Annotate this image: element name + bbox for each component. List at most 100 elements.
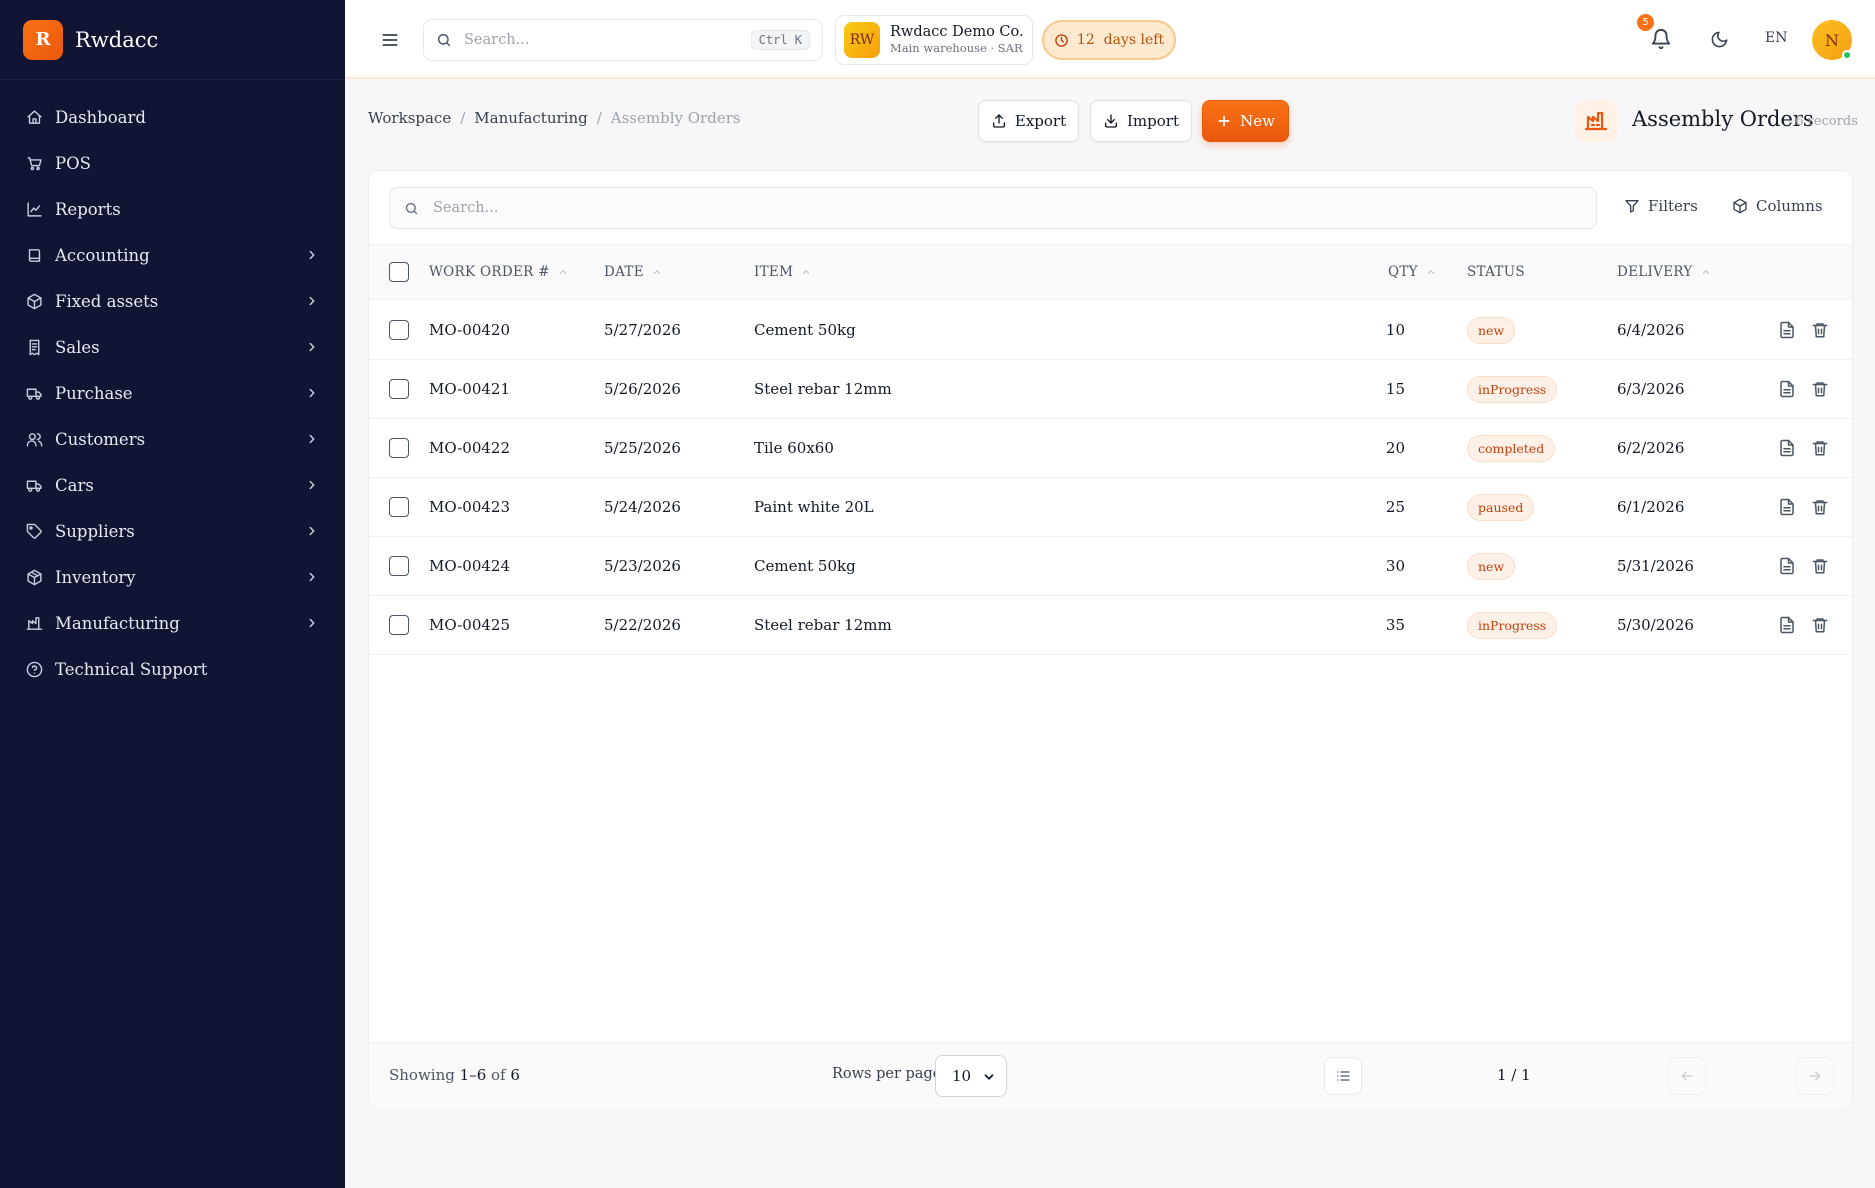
column-header-status[interactable]: STATUS <box>1467 264 1525 280</box>
column-header-qty[interactable]: QTY <box>1388 264 1436 280</box>
language-switcher[interactable]: EN <box>1765 30 1787 46</box>
cell-work-order[interactable]: MO-00420 <box>429 321 510 339</box>
new-button[interactable]: New <box>1202 100 1289 142</box>
table-row[interactable]: MO-00424 5/23/2026 Cement 50kg 30 new 5/… <box>369 537 1852 596</box>
cell-date: 5/26/2026 <box>604 380 681 398</box>
column-header-date[interactable]: DATE <box>604 264 662 280</box>
cell-date: 5/22/2026 <box>604 616 681 634</box>
sidebar-item-fixed-assets[interactable]: Fixed assets <box>0 278 345 324</box>
trash-icon[interactable] <box>1811 439 1829 457</box>
column-header-item[interactable]: ITEM <box>754 264 811 280</box>
sidebar-item-suppliers[interactable]: Suppliers <box>0 508 345 554</box>
density-toggle-button[interactable] <box>1324 1057 1362 1095</box>
document-icon[interactable] <box>1778 380 1796 398</box>
import-label: Import <box>1127 112 1179 130</box>
sidebar-item-pos[interactable]: POS <box>0 140 345 186</box>
row-checkbox[interactable] <box>389 438 409 458</box>
book-icon <box>28 248 41 262</box>
sidebar-item-inventory[interactable]: Inventory <box>0 554 345 600</box>
brand-name: Rwdacc <box>75 27 159 52</box>
sidebar-item-technical-support[interactable]: Technical Support <box>0 646 345 692</box>
row-checkbox[interactable] <box>389 379 409 399</box>
brand[interactable]: R Rwdacc <box>0 0 345 80</box>
sidebar-item-dashboard[interactable]: Dashboard <box>0 94 345 140</box>
document-icon[interactable] <box>1778 321 1796 339</box>
columns-button[interactable]: Columns <box>1732 197 1823 215</box>
cell-date: 5/25/2026 <box>604 439 681 457</box>
document-icon[interactable] <box>1778 557 1796 575</box>
filters-label: Filters <box>1648 197 1698 215</box>
document-icon[interactable] <box>1778 498 1796 516</box>
document-icon[interactable] <box>1778 616 1796 634</box>
table-row[interactable]: MO-00425 5/22/2026 Steel rebar 12mm 35 i… <box>369 596 1852 655</box>
topbar: Search... Ctrl K RW Rwdacc Demo Co. Main… <box>345 0 1875 79</box>
prev-page-button[interactable] <box>1668 1057 1706 1095</box>
breadcrumb-item-manufacturing[interactable]: Manufacturing <box>474 109 587 127</box>
export-button[interactable]: Export <box>978 100 1079 142</box>
rows-per-page-select[interactable]: 10 <box>935 1055 1007 1097</box>
trial-badge[interactable]: 12 days left <box>1042 20 1176 60</box>
select-all-checkbox[interactable] <box>389 262 409 282</box>
global-search-input[interactable]: Search... Ctrl K <box>423 19 823 61</box>
sidebar-item-customers[interactable]: Customers <box>0 416 345 462</box>
row-checkbox[interactable] <box>389 556 409 576</box>
trash-icon[interactable] <box>1811 321 1829 339</box>
sidebar-item-label: Reports <box>55 199 121 219</box>
table-row[interactable]: MO-00423 5/24/2026 Paint white 20L 25 pa… <box>369 478 1852 537</box>
bell-icon[interactable] <box>1650 28 1672 50</box>
search-icon <box>405 202 418 214</box>
sidebar-item-cars[interactable]: Cars <box>0 462 345 508</box>
sidebar-item-label: Inventory <box>55 567 136 587</box>
new-label: New <box>1240 112 1275 130</box>
chart-line-icon <box>27 201 42 217</box>
row-checkbox[interactable] <box>389 497 409 517</box>
sidebar-item-reports[interactable]: Reports <box>0 186 345 232</box>
column-header-work-order[interactable]: WORK ORDER # <box>429 264 568 280</box>
document-icon[interactable] <box>1778 439 1796 457</box>
cell-work-order[interactable]: MO-00421 <box>429 380 510 398</box>
showing-of: of <box>491 1066 506 1084</box>
chevron-right-icon <box>309 618 315 628</box>
filters-button[interactable]: Filters <box>1624 197 1698 215</box>
record-count: · 6 records <box>1787 114 1858 129</box>
company-switcher[interactable]: RW Rwdacc Demo Co. Main warehouse · SAR <box>835 15 1033 65</box>
trash-icon[interactable] <box>1811 498 1829 516</box>
table-row[interactable]: MO-00420 5/27/2026 Cement 50kg 10 new 6/… <box>369 301 1852 360</box>
breadcrumb-item-workspace[interactable]: Workspace <box>368 109 451 127</box>
next-page-button[interactable] <box>1796 1057 1834 1095</box>
arrow-right-icon <box>1809 1071 1821 1081</box>
chevron-right-icon <box>309 250 315 260</box>
sidebar-item-accounting[interactable]: Accounting <box>0 232 345 278</box>
row-checkbox[interactable] <box>389 615 409 635</box>
trial-text: 12 days left <box>1076 32 1165 48</box>
chevron-right-icon <box>309 434 315 444</box>
column-header-delivery[interactable]: DELIVERY <box>1617 264 1711 280</box>
moon-icon[interactable] <box>1710 30 1729 49</box>
download-icon <box>1105 114 1117 128</box>
trash-icon[interactable] <box>1811 557 1829 575</box>
table-row[interactable]: MO-00422 5/25/2026 Tile 60x60 20 complet… <box>369 419 1852 478</box>
cell-work-order[interactable]: MO-00424 <box>429 557 510 575</box>
export-label: Export <box>1014 112 1067 130</box>
chevron-right-icon <box>309 526 315 536</box>
column-header-label: WORK ORDER # <box>429 264 550 280</box>
company-subtitle: Main warehouse · SAR <box>890 41 1023 55</box>
import-button[interactable]: Import <box>1090 100 1192 142</box>
cell-work-order[interactable]: MO-00423 <box>429 498 510 516</box>
sidebar-item-sales[interactable]: Sales <box>0 324 345 370</box>
table-row[interactable]: MO-00421 5/26/2026 Steel rebar 12mm 15 i… <box>369 360 1852 419</box>
hamburger-menu-icon[interactable] <box>380 30 400 50</box>
cell-work-order[interactable]: MO-00425 <box>429 616 510 634</box>
status-badge: paused <box>1467 494 1535 521</box>
row-checkbox[interactable] <box>389 320 409 340</box>
sidebar-item-purchase[interactable]: Purchase <box>0 370 345 416</box>
cell-work-order[interactable]: MO-00422 <box>429 439 510 457</box>
trash-icon[interactable] <box>1811 616 1829 634</box>
trash-icon[interactable] <box>1811 380 1829 398</box>
company-name: Rwdacc Demo Co. <box>890 24 1024 40</box>
sidebar-item-manufacturing[interactable]: Manufacturing <box>0 600 345 646</box>
table-search-input[interactable]: Search... <box>389 187 1597 229</box>
cell-delivery: 6/4/2026 <box>1617 321 1685 339</box>
cell-item: Cement 50kg <box>754 321 856 339</box>
home-icon <box>27 109 42 124</box>
